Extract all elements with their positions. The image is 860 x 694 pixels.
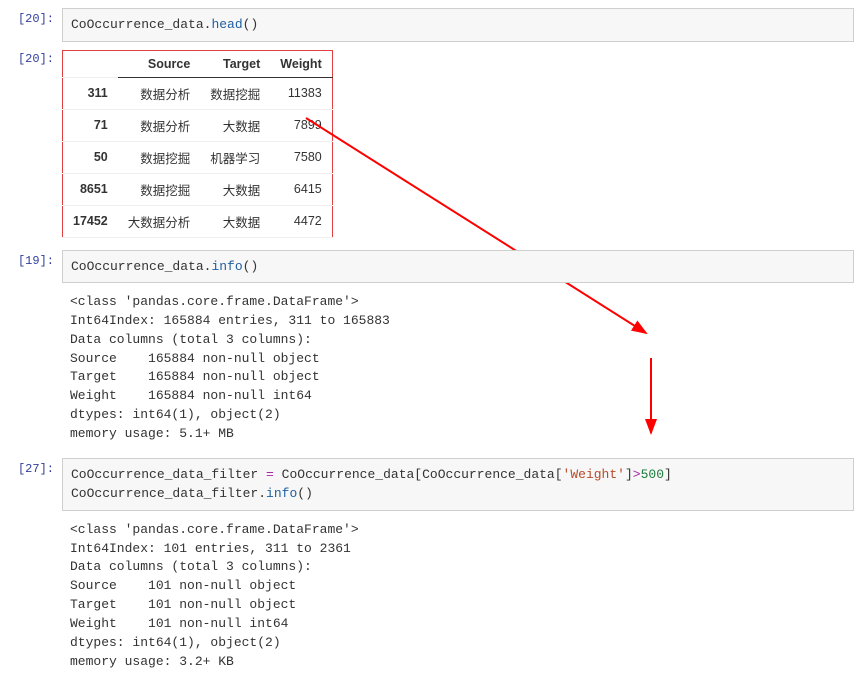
col-index xyxy=(63,50,118,77)
table-row: 50数据挖掘机器学习7580 xyxy=(63,141,333,173)
output-cell: <class 'pandas.core.frame.DataFrame'> In… xyxy=(6,289,854,452)
code-input[interactable]: CoOccurrence_data_filter = CoOccurrence_… xyxy=(62,458,854,511)
output-cell: [20]: Source Target Weight 311数据分析数据挖掘11… xyxy=(6,48,854,244)
table-header-row: Source Target Weight xyxy=(63,50,333,77)
code-input[interactable]: CoOccurrence_data.info() xyxy=(62,250,854,284)
input-prompt: [20]: xyxy=(6,8,62,42)
col-source: Source xyxy=(118,50,201,77)
text-output: <class 'pandas.core.frame.DataFrame'> In… xyxy=(62,289,854,452)
col-target: Target xyxy=(200,50,270,77)
dataframe-table: Source Target Weight 311数据分析数据挖掘11383 71… xyxy=(62,50,333,238)
code-cell: [19]: CoOccurrence_data.info() xyxy=(6,250,854,284)
col-weight: Weight xyxy=(270,50,332,77)
table-row: 71数据分析大数据7899 xyxy=(63,109,333,141)
code-input[interactable]: CoOccurrence_data.head() xyxy=(62,8,854,42)
input-prompt: [27]: xyxy=(6,458,62,511)
table-row: 8651数据挖掘大数据6415 xyxy=(63,173,333,205)
dataframe-output: Source Target Weight 311数据分析数据挖掘11383 71… xyxy=(62,48,854,244)
table-row: 311数据分析数据挖掘11383 xyxy=(63,77,333,109)
output-prompt: [20]: xyxy=(6,48,62,244)
code-cell: [20]: CoOccurrence_data.head() xyxy=(6,8,854,42)
code-cell: [27]: CoOccurrence_data_filter = CoOccur… xyxy=(6,458,854,511)
output-cell: <class 'pandas.core.frame.DataFrame'> In… xyxy=(6,517,854,680)
text-output: <class 'pandas.core.frame.DataFrame'> In… xyxy=(62,517,854,680)
input-prompt: [19]: xyxy=(6,250,62,284)
table-row: 17452大数据分析大数据4472 xyxy=(63,205,333,237)
